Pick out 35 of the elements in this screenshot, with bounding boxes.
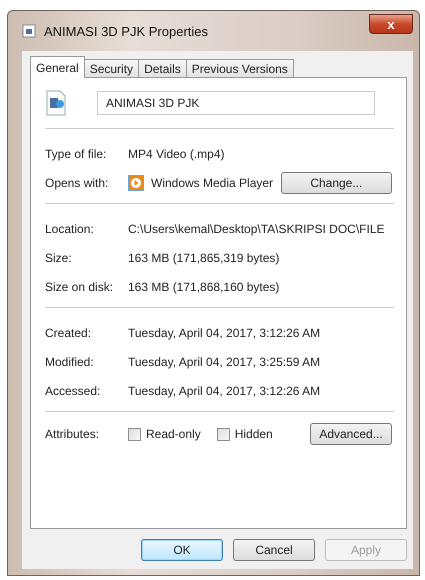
property-label: Location: [45,222,95,236]
property-value: Tuesday, April 04, 2017, 3:12:26 AM [128,384,320,398]
property-label: Size: [45,250,73,264]
property-value: MP4 Video (.mp4) [128,146,224,160]
property-value: 163 MB (171,865,319 bytes) [128,250,280,264]
property-value: Tuesday, April 04, 2017, 3:25:59 AM [128,354,320,368]
property-label: Modified: [45,354,95,368]
file-icon [22,24,36,38]
tab[interactable]: Details [138,59,187,78]
tab[interactable]: General [30,56,85,78]
video-file-icon [45,90,67,116]
property-label: Size on disk: [45,280,114,294]
window-title: ANIMASI 3D PJK Properties [44,24,209,38]
file-name-field[interactable]: ANIMASI 3D PJK [97,91,375,115]
checkbox-label: Read-only [146,427,201,441]
property-label: Opens with: [45,176,110,190]
checkbox-label: Hidden [234,427,273,441]
property-value: Windows Media Player [151,176,274,190]
play-icon [128,174,144,190]
property-label: Accessed: [45,384,102,398]
checkbox[interactable] [128,428,141,440]
checkbox[interactable] [216,428,230,440]
advanced-button[interactable]: Advanced... [310,423,392,445]
close-button[interactable]: x [369,14,413,34]
tab[interactable]: Security [84,59,140,78]
property-label: Type of file: [45,146,108,160]
property-label: Created: [45,326,92,340]
property-label: Attributes: [45,427,100,441]
property-value: 163 MB (171,868,160 bytes) [128,280,280,294]
dialog-button[interactable]: Cancel [233,539,315,561]
change-button[interactable]: Change... [280,172,392,194]
property-value: C:\Users\kemal\Desktop\TA\SKRIPSI DOC\FILE [128,222,385,236]
tab[interactable]: Previous Versions [186,59,294,78]
dialog-button[interactable]: OK [141,539,223,561]
property-value: Tuesday, April 04, 2017, 3:12:26 AM [128,326,320,340]
